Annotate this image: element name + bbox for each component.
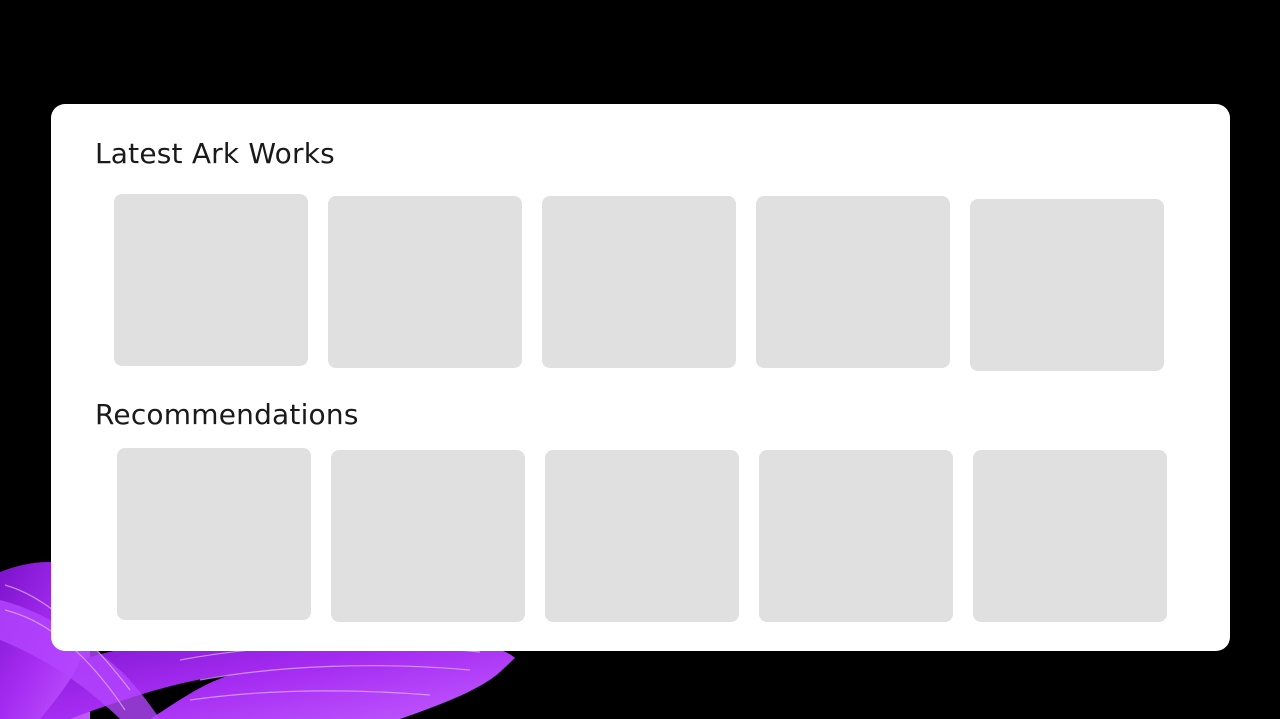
latest-ark-work-tile-4[interactable] [756, 196, 950, 368]
section-title-latest-ark-works: Latest Ark Works [95, 137, 335, 170]
latest-ark-work-tile-5[interactable] [970, 199, 1164, 371]
recommendation-tile-1[interactable] [117, 448, 311, 620]
recommendation-tile-5[interactable] [973, 450, 1167, 622]
latest-ark-work-tile-2[interactable] [328, 196, 522, 368]
section-title-recommendations: Recommendations [95, 398, 359, 431]
latest-ark-work-tile-1[interactable] [114, 194, 308, 366]
content-card: Latest Ark Works Recommendations [51, 104, 1230, 651]
recommendation-tile-3[interactable] [545, 450, 739, 622]
app-screen: Latest Ark Works Recommendations [0, 0, 1280, 719]
recommendation-tile-2[interactable] [331, 450, 525, 622]
latest-ark-work-tile-3[interactable] [542, 196, 736, 368]
recommendation-tile-4[interactable] [759, 450, 953, 622]
